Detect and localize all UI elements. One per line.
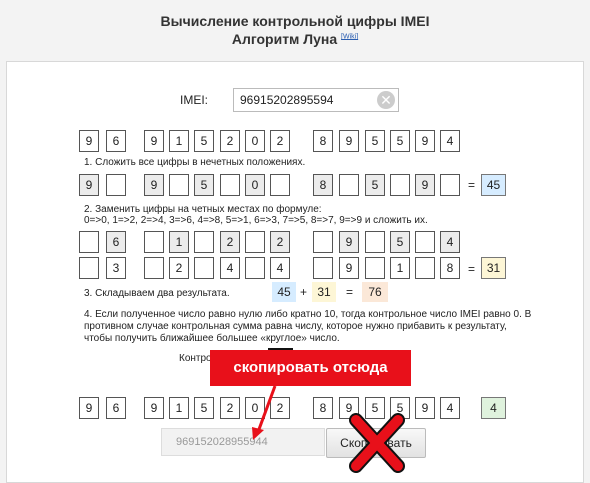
annotation-arrow — [256, 385, 277, 433]
annotation-arrowhead — [252, 427, 264, 440]
red-cross-icon — [349, 413, 405, 473]
annotation-overlay — [252, 385, 405, 473]
